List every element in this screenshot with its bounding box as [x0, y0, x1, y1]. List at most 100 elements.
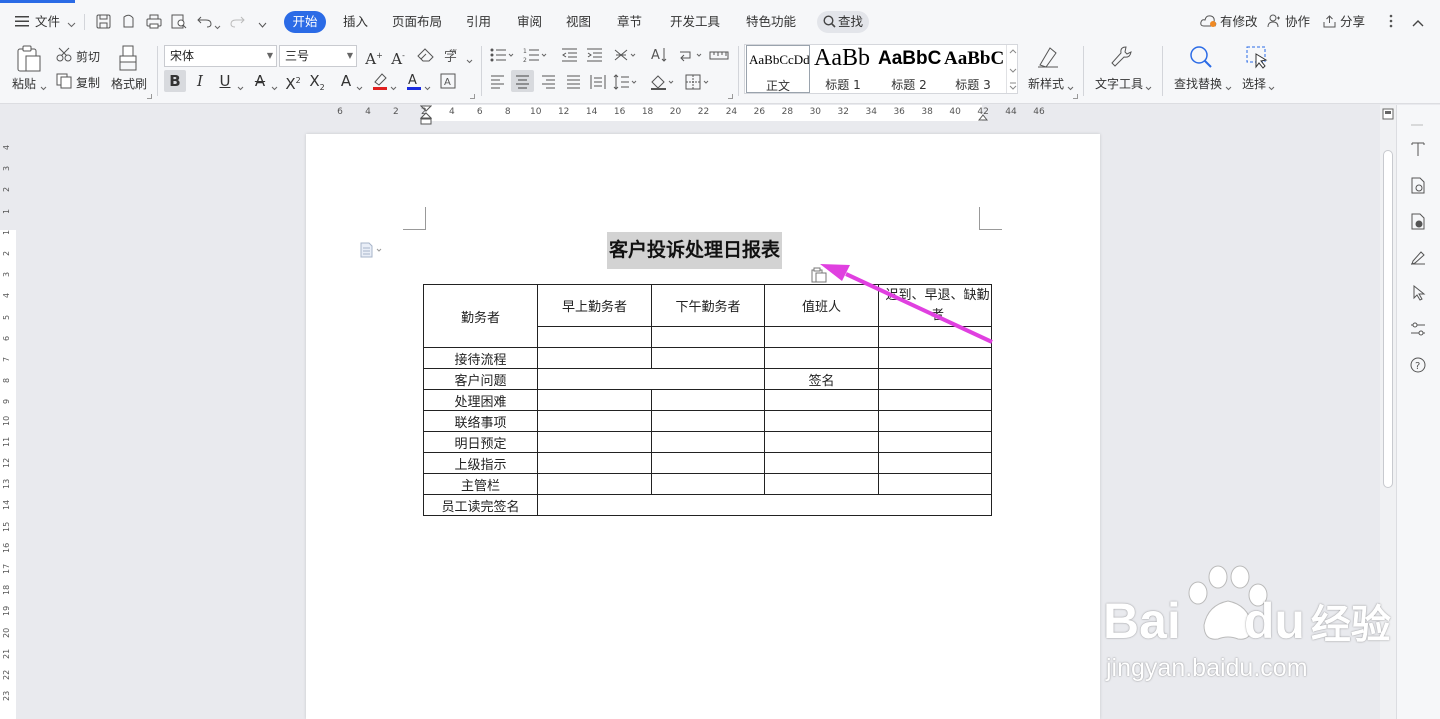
collaborate-button[interactable]: 协作	[1285, 13, 1310, 31]
table-cell[interactable]	[537, 410, 652, 432]
row-label-cell[interactable]: 主管栏	[423, 473, 538, 495]
new-style-icon[interactable]	[1036, 45, 1060, 72]
chevron-down-icon[interactable]	[424, 80, 431, 94]
chevron-down-icon[interactable]	[271, 80, 278, 94]
font-group-launcher[interactable]	[470, 94, 475, 99]
italic-icon[interactable]: I	[189, 70, 211, 92]
search-command-button[interactable]: 查找	[817, 11, 869, 33]
cursor-select-icon[interactable]	[1412, 284, 1426, 304]
file-menu[interactable]: 文件	[35, 13, 60, 31]
paragraph-group-launcher[interactable]	[728, 94, 733, 99]
chevron-down-icon[interactable]	[1268, 80, 1275, 94]
table-cell[interactable]	[651, 326, 765, 348]
table-header-cell[interactable]: 下午勤务者	[651, 284, 765, 327]
align-center-icon[interactable]	[515, 75, 530, 92]
borders-icon[interactable]	[685, 74, 711, 93]
chevron-down-icon[interactable]	[466, 53, 473, 67]
settings-sliders-icon[interactable]	[1410, 321, 1426, 340]
modified-status[interactable]: 有修改	[1220, 13, 1258, 31]
shading-icon[interactable]	[650, 74, 676, 93]
tab-special-features[interactable]: 特色功能	[746, 13, 796, 31]
vertical-ruler[interactable]: 4 3 2 1 1 2 3 4 5 6 7 8 9 10 11 12 13 14 15 16 17 18 19 20 21 22 2…	[0, 110, 16, 719]
paste-dropdown-icon[interactable]	[40, 80, 47, 94]
table-cell[interactable]	[537, 473, 652, 495]
decrease-indent-icon[interactable]	[561, 48, 578, 65]
table-cell[interactable]	[764, 473, 879, 495]
redo-icon[interactable]	[230, 14, 245, 31]
document-page[interactable]: 客户投诉处理日报表 勤务者 早上勤务者 下午勤务者 值班人 迟到、早退、缺勤者 …	[306, 134, 1100, 719]
font-size-select[interactable]: 三号 ▼	[279, 45, 357, 67]
tab-developer[interactable]: 开发工具	[670, 13, 720, 31]
chevron-down-icon[interactable]	[237, 80, 244, 94]
quick-access-dropdown-icon[interactable]	[258, 18, 267, 32]
table-cell[interactable]	[537, 431, 652, 453]
justify-icon[interactable]	[566, 75, 581, 92]
distributed-align-icon[interactable]	[590, 74, 606, 93]
tab-insert[interactable]: 插入	[343, 13, 368, 31]
format-painter-icon[interactable]	[117, 45, 139, 74]
table-cell[interactable]	[878, 368, 992, 390]
chinese-layout-icon[interactable]	[613, 47, 637, 66]
table-cell[interactable]	[651, 347, 765, 369]
table-cell[interactable]	[651, 410, 765, 432]
shrink-font-icon[interactable]: A-	[387, 45, 409, 68]
copy-button[interactable]: 复制	[76, 74, 100, 91]
row-label-cell[interactable]: 员工读完签名	[423, 494, 538, 516]
increase-indent-icon[interactable]	[586, 48, 603, 65]
tab-view[interactable]: 视图	[566, 13, 591, 31]
character-border-icon[interactable]: A	[440, 73, 456, 92]
document-check-icon[interactable]	[1410, 213, 1426, 233]
subscript-icon[interactable]: X2	[306, 70, 328, 92]
style-heading-1[interactable]: AaBb 标题 1	[812, 45, 874, 93]
table-cell[interactable]	[651, 389, 765, 411]
font-color-icon[interactable]: A	[406, 72, 422, 93]
paste-icon[interactable]	[16, 45, 42, 75]
bold-icon[interactable]: B	[164, 70, 186, 92]
strikethrough-icon[interactable]: A	[249, 70, 271, 92]
table-cell[interactable]	[764, 410, 879, 432]
table-cell[interactable]	[537, 347, 652, 369]
scrollbar-thumb[interactable]	[1383, 150, 1393, 488]
align-left-icon[interactable]	[490, 75, 505, 92]
table-cell[interactable]	[764, 389, 879, 411]
pen-icon[interactable]	[1410, 249, 1426, 268]
text-direction-icon[interactable]: A	[650, 46, 667, 66]
align-right-icon[interactable]	[541, 75, 556, 92]
clear-format-icon[interactable]	[417, 48, 434, 66]
styles-group-launcher[interactable]	[1073, 94, 1078, 99]
chevron-down-icon[interactable]	[390, 80, 397, 94]
more-options-icon[interactable]	[1389, 14, 1393, 31]
format-painter-button[interactable]: 格式刷	[111, 75, 147, 92]
paste-button[interactable]: 粘贴	[12, 75, 36, 92]
phonetic-guide-icon[interactable]: 字w	[444, 46, 466, 66]
line-break-icon[interactable]	[678, 48, 704, 65]
underline-icon[interactable]: U	[214, 70, 236, 92]
table-cell[interactable]	[878, 473, 992, 495]
text-format-icon[interactable]	[1410, 141, 1426, 160]
sign-cell[interactable]: 签名	[764, 368, 879, 390]
table-cell[interactable]	[537, 494, 992, 516]
print-preview-icon[interactable]	[171, 14, 187, 32]
tab-page-layout[interactable]: 页面布局	[392, 13, 442, 31]
tab-references[interactable]: 引用	[466, 13, 491, 31]
line-spacing-icon[interactable]	[613, 74, 639, 93]
table-cell[interactable]	[878, 452, 992, 474]
row-label-cell[interactable]: 联络事项	[423, 410, 538, 432]
paragraph-options-icon[interactable]	[359, 242, 385, 261]
table-cell[interactable]	[764, 431, 879, 453]
table-cell[interactable]	[651, 473, 765, 495]
styles-scroll[interactable]	[1006, 45, 1018, 93]
table-cell[interactable]	[878, 389, 992, 411]
hamburger-menu-icon[interactable]	[15, 15, 29, 30]
undo-dropdown-icon[interactable]	[214, 19, 221, 33]
find-replace-button[interactable]: 查找替换	[1174, 75, 1222, 92]
minimize-panel-icon[interactable]	[1410, 116, 1424, 130]
table-header-cell[interactable]: 早上勤务者	[537, 284, 652, 327]
help-icon[interactable]: ?	[1410, 357, 1426, 376]
table-cell[interactable]	[537, 326, 652, 348]
undo-icon[interactable]	[197, 14, 212, 31]
chevron-down-icon[interactable]	[1145, 80, 1152, 94]
table-cell[interactable]	[537, 368, 765, 390]
text-tools-button[interactable]: 文字工具	[1095, 75, 1143, 92]
table-cell[interactable]	[878, 431, 992, 453]
